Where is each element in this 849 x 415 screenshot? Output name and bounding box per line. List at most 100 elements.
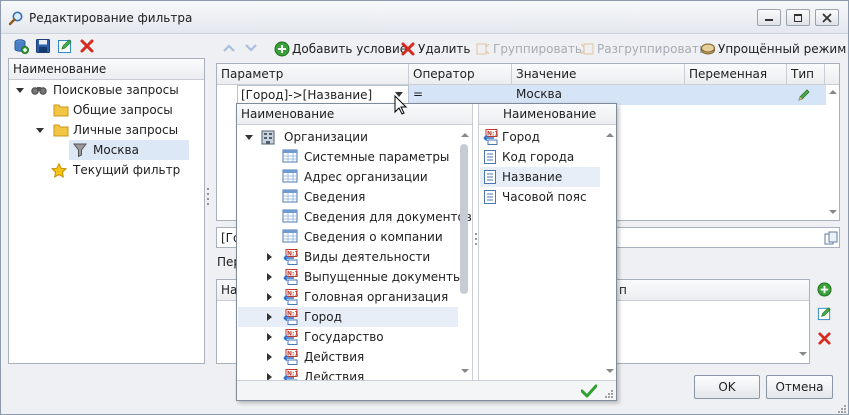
variables-scrollbar[interactable] bbox=[796, 301, 809, 363]
expand-arrow-icon[interactable] bbox=[36, 128, 44, 133]
move-up-icon[interactable] bbox=[222, 41, 236, 55]
left-toolbar bbox=[8, 34, 203, 58]
edit-icon[interactable] bbox=[57, 38, 73, 54]
tree-item-personal-queries[interactable]: Личные запросы bbox=[9, 120, 204, 140]
close-button[interactable] bbox=[815, 9, 839, 26]
tree-item-moscow[interactable]: Москва bbox=[69, 140, 189, 160]
entity-item[interactable]: N:1 Государство bbox=[238, 327, 458, 347]
relation-n1-icon: N:1 bbox=[283, 289, 298, 305]
move-down-icon[interactable] bbox=[244, 41, 258, 55]
scroll-down-icon[interactable] bbox=[606, 368, 614, 374]
fields-scrollbar[interactable] bbox=[603, 126, 616, 380]
condition-value[interactable]: Москва bbox=[516, 87, 562, 101]
entity-item[interactable]: Сведения для документов bbox=[238, 207, 472, 227]
checkmark-icon[interactable] bbox=[581, 384, 597, 398]
entity-label: Город bbox=[304, 310, 342, 324]
table-icon bbox=[282, 169, 298, 183]
field-icon bbox=[484, 170, 496, 184]
tree-item-current-filter[interactable]: Текущий фильтр bbox=[9, 160, 204, 180]
field-item[interactable]: Часовой пояс bbox=[480, 187, 600, 207]
entity-item[interactable]: Адрес организации bbox=[238, 167, 458, 187]
delete-icon[interactable] bbox=[79, 38, 95, 54]
entities-scrollbar[interactable] bbox=[458, 126, 471, 380]
field-label: Код города bbox=[502, 150, 575, 164]
col-header-variable[interactable]: Переменная bbox=[685, 64, 787, 85]
maximize-button[interactable] bbox=[786, 9, 810, 26]
cancel-button[interactable]: Отмена bbox=[766, 375, 833, 399]
expand-arrow-icon[interactable] bbox=[245, 135, 253, 140]
operator-value[interactable]: = bbox=[413, 87, 423, 101]
table-icon bbox=[282, 209, 298, 223]
entity-item[interactable]: N:1 Виды деятельности bbox=[238, 247, 458, 267]
relation-n1-icon: N:1 bbox=[283, 349, 298, 365]
entity-root-organizations[interactable]: Организации bbox=[238, 127, 458, 147]
svg-text:N:1: N:1 bbox=[287, 371, 298, 378]
entity-label: Выпущенные документы bbox=[304, 270, 463, 284]
col-header-value[interactable]: Значение bbox=[512, 64, 685, 85]
entity-item[interactable]: Системные параметры bbox=[238, 147, 458, 167]
simple-mode-button[interactable]: Упрощённый режим bbox=[700, 39, 846, 59]
expand-arrow-icon[interactable] bbox=[267, 313, 272, 321]
scroll-thumb[interactable] bbox=[460, 144, 468, 294]
delete-condition-button[interactable]: Удалить bbox=[400, 39, 471, 59]
tree-item-label: Общие запросы bbox=[73, 103, 173, 117]
ungroup-button[interactable]: Разгруппировать bbox=[579, 39, 706, 59]
delete-variable-icon[interactable] bbox=[817, 331, 832, 346]
relation-n1-icon: N:1 bbox=[283, 269, 298, 285]
expand-arrow-icon[interactable] bbox=[267, 353, 272, 361]
entity-label: Адрес организации bbox=[304, 170, 428, 184]
minimize-icon bbox=[765, 19, 773, 21]
entity-item[interactable]: Сведения о компании bbox=[238, 227, 458, 247]
expand-arrow-icon[interactable] bbox=[267, 253, 272, 261]
fields-list: Наименование N:1 Город Код города Название Ч… bbox=[478, 104, 616, 380]
entity-item[interactable]: N:1 Действия bbox=[238, 347, 458, 367]
ok-button[interactable]: OK bbox=[694, 375, 760, 399]
field-item[interactable]: Название bbox=[480, 167, 600, 187]
scroll-down-icon[interactable] bbox=[829, 209, 837, 215]
variables-col-name[interactable]: На bbox=[221, 283, 237, 297]
col-header-type[interactable]: Тип bbox=[787, 64, 825, 85]
entities-tree: Наименование Организации Системные парам… bbox=[237, 104, 473, 385]
variables-col-type[interactable]: п bbox=[619, 283, 627, 297]
svg-text:N:1: N:1 bbox=[487, 131, 498, 138]
field-item[interactable]: N:1 Город bbox=[480, 127, 600, 147]
svg-text:N:1: N:1 bbox=[287, 351, 298, 358]
expand-arrow-icon[interactable] bbox=[267, 333, 272, 341]
scroll-up-icon[interactable] bbox=[461, 132, 469, 138]
splitter-handle[interactable] bbox=[206, 186, 210, 208]
star-icon bbox=[51, 163, 67, 178]
scroll-up-icon[interactable] bbox=[829, 89, 837, 95]
resize-grip[interactable] bbox=[837, 404, 847, 414]
tree-item-common-queries[interactable]: Общие запросы bbox=[9, 100, 204, 120]
expand-arrow-icon[interactable] bbox=[267, 273, 272, 281]
col-header-parameter[interactable]: Параметр bbox=[217, 64, 409, 85]
entity-item[interactable]: N:1 Город bbox=[238, 307, 458, 327]
field-label: Название bbox=[502, 170, 563, 184]
scroll-up-icon[interactable] bbox=[606, 132, 614, 138]
expand-arrow-icon[interactable] bbox=[16, 88, 24, 93]
add-variable-icon[interactable] bbox=[817, 282, 832, 297]
edit-variable-icon[interactable] bbox=[817, 306, 832, 321]
scroll-down-icon[interactable] bbox=[461, 368, 469, 374]
parameter-combobox[interactable]: [Город]->[Название] bbox=[237, 85, 409, 105]
minimize-button[interactable] bbox=[757, 9, 781, 26]
copy-icon[interactable] bbox=[824, 231, 838, 245]
tree-item-search-queries[interactable]: Поисковые запросы bbox=[9, 80, 204, 100]
grid-scrollbar[interactable] bbox=[826, 85, 839, 220]
scroll-down-icon[interactable] bbox=[799, 351, 807, 357]
entity-item[interactable]: N:1 Головная организация bbox=[238, 287, 458, 307]
field-item[interactable]: Код города bbox=[480, 147, 600, 167]
expand-arrow-icon[interactable] bbox=[267, 293, 272, 301]
col-header-operator[interactable]: Оператор bbox=[409, 64, 512, 85]
entity-item[interactable]: Сведения bbox=[238, 187, 458, 207]
save-icon[interactable] bbox=[35, 38, 51, 54]
group-button[interactable]: Группировать bbox=[475, 39, 582, 59]
add-query-icon[interactable] bbox=[13, 38, 29, 54]
popup-footer bbox=[237, 380, 616, 400]
add-condition-button[interactable]: Добавить условие bbox=[274, 39, 407, 59]
folder-icon bbox=[53, 104, 69, 117]
entity-item[interactable]: N:1 Выпущенные документы bbox=[238, 267, 462, 287]
pencil-icon[interactable] bbox=[797, 88, 811, 102]
condition-row[interactable]: [Город]->[Название] = Москва bbox=[217, 85, 826, 105]
popup-resize-grip[interactable] bbox=[604, 389, 614, 399]
